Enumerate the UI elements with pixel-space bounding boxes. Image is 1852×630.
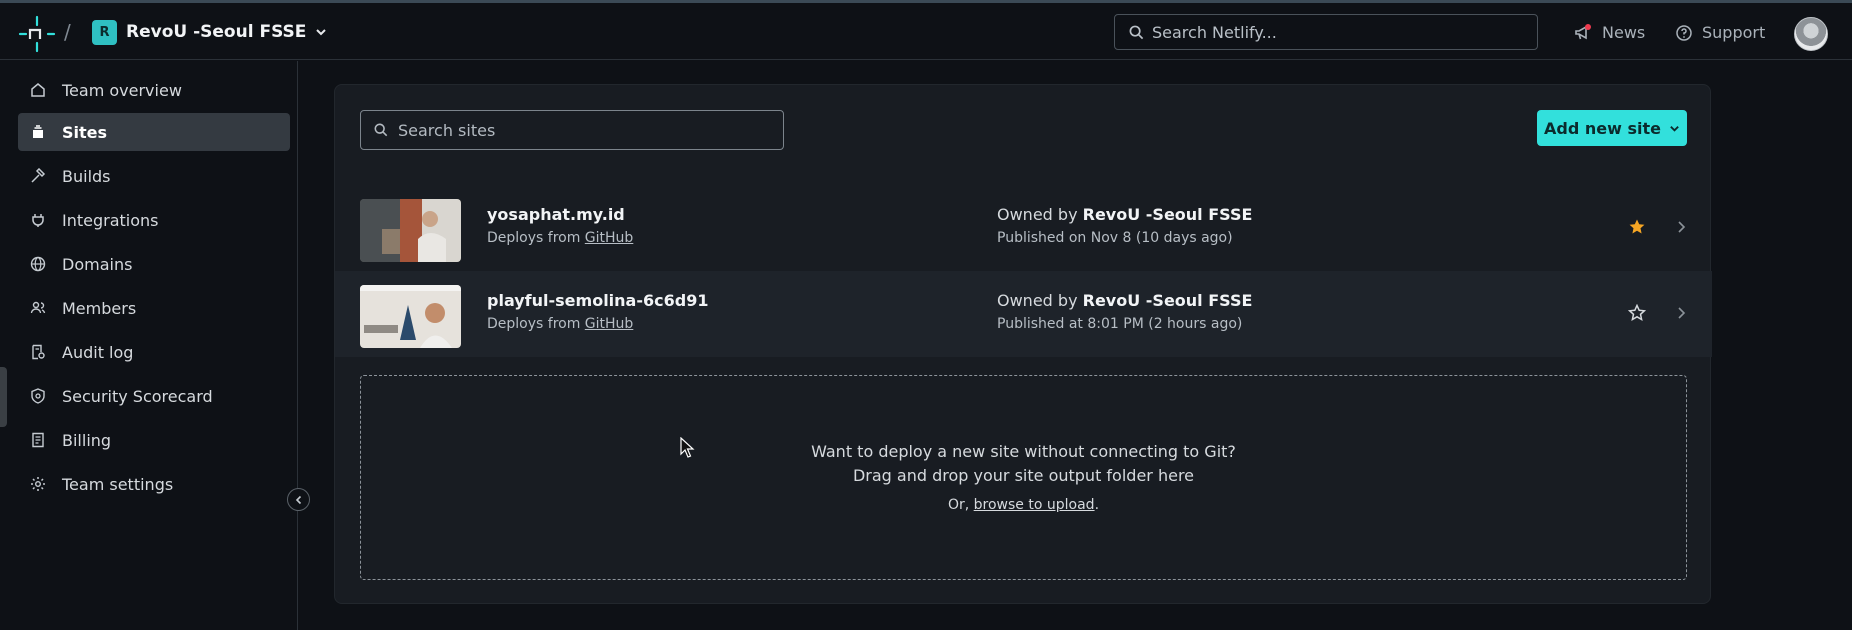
sidebar-item-label: Security Scorecard: [62, 386, 213, 406]
site-thumbnail: [360, 285, 461, 348]
plug-icon: [32, 214, 44, 227]
sidebar-item-label: Audit log: [62, 342, 134, 362]
sidebar-item-members[interactable]: Members: [18, 289, 290, 327]
team-avatar: R: [92, 19, 117, 45]
home-icon: [31, 83, 45, 97]
team-name: RevoU -Seoul FSSE: [126, 22, 307, 42]
dropzone-instructions: Drag and drop your site output folder he…: [852, 466, 1195, 485]
user-avatar[interactable]: [1794, 17, 1828, 51]
dropzone-prefix: Or,: [947, 497, 974, 513]
gear-icon: [31, 477, 45, 491]
shield-icon: [31, 388, 45, 404]
mouse-cursor-icon: [680, 437, 695, 458]
help-circle-icon: [1676, 24, 1692, 41]
sidebar-item-label: Team settings: [62, 474, 174, 494]
top-header: / R RevoU -Seoul FSSE Search Netlify... …: [0, 3, 1852, 60]
deploy-prefix: Deploys from: [487, 230, 585, 246]
sidebar-item-label: Domains: [62, 254, 133, 274]
owner-prefix: Owned by: [997, 205, 1083, 224]
news-link[interactable]: News: [1574, 23, 1645, 42]
sidebar-item-team-settings[interactable]: Team settings: [18, 465, 290, 503]
sites-panel: Add new site yosaphat.my.id Deploys from…: [334, 84, 1712, 604]
search-icon: [1129, 25, 1144, 39]
collapse-sidebar-button[interactable]: [287, 488, 310, 511]
owner-prefix: Owned by: [997, 291, 1083, 310]
sidebar-item-label: Billing: [62, 430, 112, 450]
global-search-input[interactable]: Search Netlify...: [1114, 14, 1538, 50]
site-owner: Owned by RevoU -Seoul FSSE: [997, 291, 1252, 310]
news-label: News: [1602, 23, 1646, 42]
sidebar-item-team-overview[interactable]: Team overview: [18, 71, 290, 109]
add-new-site-label: Add new site: [1544, 118, 1661, 138]
chevron-down-icon: [1670, 125, 1679, 132]
site-deploy-source: Deploys from GitHub: [487, 230, 633, 246]
sidebar-item-label: Integrations: [62, 210, 159, 230]
sites-search-input[interactable]: [398, 120, 758, 140]
site-row[interactable]: playful-semolina-6c6d91 Deploys from Git…: [335, 271, 1712, 357]
deploy-dropzone[interactable]: Want to deploy a new site without connec…: [360, 375, 1687, 580]
sidebar-item-label: Members: [62, 298, 137, 318]
site-thumbnail: [360, 199, 461, 262]
sidebar-item-label: Team overview: [62, 80, 182, 100]
sidebar-item-sites[interactable]: Sites: [18, 113, 290, 151]
chevron-down-icon: [316, 29, 327, 36]
github-link[interactable]: GitHub: [585, 316, 634, 332]
global-search-placeholder: Search Netlify...: [1152, 22, 1277, 42]
receipt-icon: [32, 432, 44, 448]
audit-icon: [32, 344, 45, 360]
breadcrumb-separator: /: [64, 20, 71, 44]
users-icon: [30, 301, 46, 314]
hammer-icon: [31, 168, 46, 183]
sidebar-item-label: Builds: [62, 166, 111, 186]
sidebar-item-billing[interactable]: Billing: [18, 421, 290, 459]
search-icon: [374, 123, 388, 137]
dropzone-heading: Want to deploy a new site without connec…: [811, 442, 1236, 461]
dropzone-suffix: .: [1094, 497, 1100, 513]
megaphone-icon: [1575, 23, 1591, 39]
sites-search-field[interactable]: [360, 110, 784, 150]
chevron-right-icon: [1678, 307, 1686, 319]
star-filled-icon[interactable]: [1628, 218, 1646, 236]
support-label: Support: [1702, 23, 1766, 42]
site-name[interactable]: yosaphat.my.id: [487, 205, 625, 224]
deploy-prefix: Deploys from: [487, 316, 585, 332]
sidebar: Team overview Sites Builds Integrations …: [0, 61, 298, 630]
sidebar-item-label: Sites: [62, 122, 108, 142]
site-published-date: Published on Nov 8 (10 days ago): [997, 230, 1233, 246]
github-link[interactable]: GitHub: [585, 230, 634, 246]
window-edge-handle: [0, 367, 7, 427]
site-published-date: Published at 8:01 PM (2 hours ago): [997, 316, 1243, 332]
sidebar-item-audit-log[interactable]: Audit log: [18, 333, 290, 371]
star-outline-icon[interactable]: [1628, 304, 1646, 322]
globe-icon: [30, 256, 46, 272]
sidebar-item-builds[interactable]: Builds: [18, 157, 290, 195]
sidebar-item-integrations[interactable]: Integrations: [18, 201, 290, 239]
site-row[interactable]: yosaphat.my.id Deploys from GitHub Owned…: [335, 185, 1712, 271]
chevron-left-icon: [295, 495, 301, 504]
site-owner: Owned by RevoU -Seoul FSSE: [997, 205, 1252, 224]
owner-name: RevoU -Seoul FSSE: [1082, 205, 1253, 224]
browse-to-upload-link[interactable]: browse to upload: [974, 497, 1095, 513]
site-name[interactable]: playful-semolina-6c6d91: [487, 291, 708, 310]
owner-name: RevoU -Seoul FSSE: [1082, 291, 1253, 310]
sidebar-item-domains[interactable]: Domains: [18, 245, 290, 283]
team-switcher[interactable]: R RevoU -Seoul FSSE: [92, 18, 327, 46]
netlify-logo-icon[interactable]: [18, 15, 56, 53]
sidebar-item-security-scorecard[interactable]: Security Scorecard: [18, 377, 290, 415]
chevron-right-icon: [1678, 221, 1686, 233]
support-link[interactable]: Support: [1676, 23, 1765, 42]
add-new-site-button[interactable]: Add new site: [1537, 110, 1687, 146]
dropzone-upload-line: Or, browse to upload.: [361, 497, 1686, 513]
site-deploy-source: Deploys from GitHub: [487, 316, 633, 332]
layers-icon: [33, 125, 43, 138]
